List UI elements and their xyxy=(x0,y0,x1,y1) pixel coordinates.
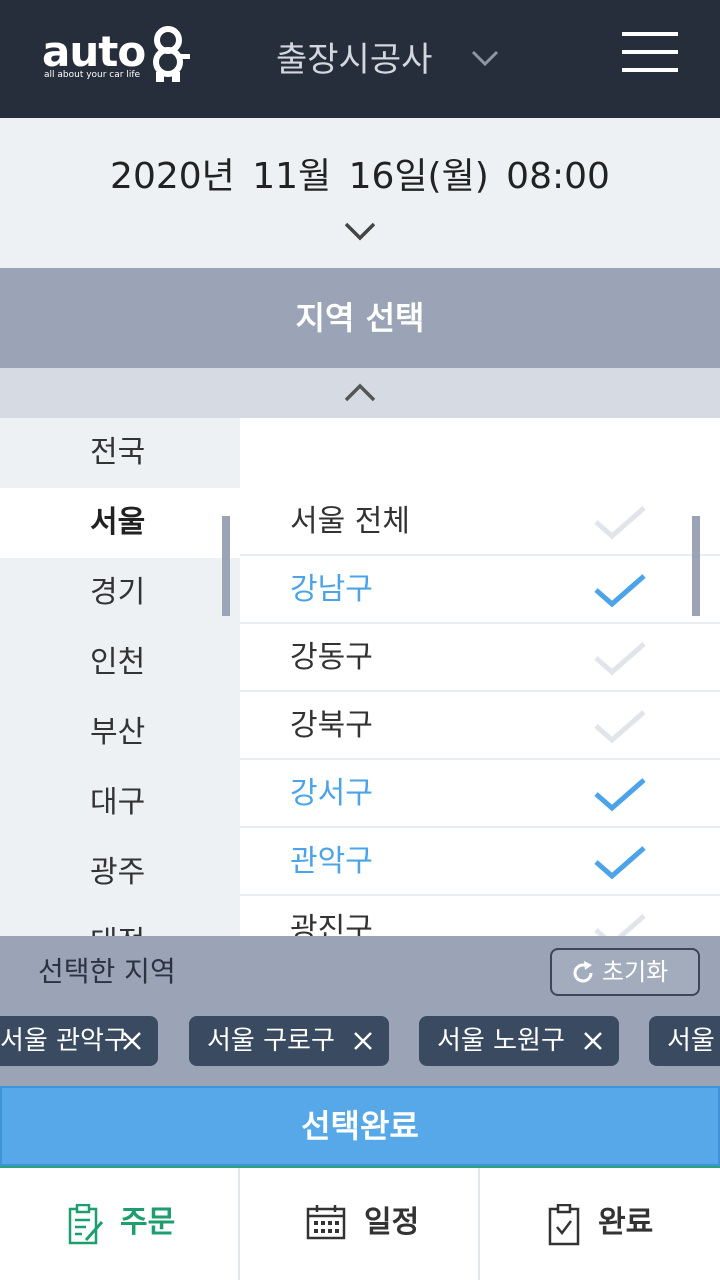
hamburger-line xyxy=(622,50,678,54)
date-text: 2020년 11월 16일(월) 08:00 xyxy=(110,156,610,197)
district-label: 강동구 xyxy=(290,640,373,675)
selected-regions-panel: 선택한 지역 초기화 서울 관악구 서울 구로구 서울 노원구 서울 xyxy=(0,936,720,1086)
province-label: 인천 xyxy=(90,645,146,680)
district-item-selected[interactable]: 관악구 xyxy=(240,828,720,896)
selected-region-chip[interactable]: 서울 xyxy=(649,1016,720,1066)
chip-label: 서울 구로구 xyxy=(207,1026,335,1056)
logo-mascot-icon xyxy=(153,26,190,82)
district-label: 관악구 xyxy=(290,844,373,879)
chevron-up-icon[interactable] xyxy=(343,382,377,404)
province-item-active[interactable]: 서울 xyxy=(0,488,240,558)
calendar-icon xyxy=(306,1205,346,1240)
confirm-label: 선택완료 xyxy=(301,1107,419,1145)
region-section-header: 지역 선택 xyxy=(0,268,720,368)
nav-label: 주문 xyxy=(120,1205,176,1240)
close-icon[interactable] xyxy=(351,1029,375,1053)
nav-tab-complete[interactable]: 완료 xyxy=(480,1168,720,1280)
district-item-selected[interactable]: 강서구 xyxy=(240,760,720,828)
selected-region-chip[interactable]: 서울 관악구 xyxy=(0,1016,158,1066)
province-label: 광주 xyxy=(90,855,146,890)
province-label: 부산 xyxy=(90,715,146,750)
close-icon[interactable] xyxy=(120,1029,144,1053)
check-icon xyxy=(594,506,646,540)
region-picker: 전국 서울 경기 인천 부산 대구 광주 대전 서울 전체 강남구 강동구 강북… xyxy=(0,418,720,936)
check-icon xyxy=(594,710,646,744)
check-icon xyxy=(594,642,646,676)
district-label: 강남구 xyxy=(290,572,373,607)
district-label: 강서구 xyxy=(290,776,373,811)
province-item[interactable]: 인천 xyxy=(0,628,240,698)
selected-region-chip[interactable]: 서울 노원구 xyxy=(419,1016,619,1066)
nav-tab-schedule[interactable]: 일정 xyxy=(240,1168,480,1280)
province-label: 대전 xyxy=(90,925,145,936)
district-label: 강북구 xyxy=(290,708,373,743)
province-item[interactable]: 대구 xyxy=(0,768,240,838)
province-item[interactable]: 전국 xyxy=(0,418,240,488)
date-selector[interactable]: 2020년 11월 16일(월) 08:00 xyxy=(0,118,720,268)
district-item[interactable]: 서울 전체 xyxy=(240,488,720,556)
chevron-down-icon[interactable] xyxy=(470,48,500,68)
hamburger-line xyxy=(622,32,678,36)
check-icon xyxy=(594,778,646,812)
page-title[interactable]: 출장시공사 xyxy=(276,36,432,84)
reset-button[interactable]: 초기화 xyxy=(550,948,700,996)
selected-regions-label: 선택한 지역 xyxy=(38,955,176,988)
province-item[interactable]: 광주 xyxy=(0,838,240,908)
chip-label: 서울 xyxy=(667,1026,715,1056)
logo[interactable]: auto all about your car life xyxy=(42,26,192,90)
province-item[interactable]: 경기 xyxy=(0,558,240,628)
nav-label: 완료 xyxy=(598,1205,654,1240)
close-icon[interactable] xyxy=(581,1029,605,1053)
district-scrollbar[interactable] xyxy=(692,516,700,616)
reset-label: 초기화 xyxy=(602,958,669,986)
nav-tab-order[interactable]: 주문 xyxy=(0,1168,240,1280)
district-label: 서울 전체 xyxy=(290,504,410,539)
selected-region-chip[interactable]: 서울 구로구 xyxy=(189,1016,389,1066)
check-icon xyxy=(594,574,646,608)
collapse-toggle[interactable] xyxy=(0,368,720,418)
chip-label: 서울 관악구 xyxy=(0,1026,128,1056)
logo-tagline: all about your car life xyxy=(44,70,141,80)
province-item[interactable]: 대전 xyxy=(0,908,240,936)
region-title: 지역 선택 xyxy=(295,299,425,337)
menu-button[interactable] xyxy=(622,30,678,74)
nav-label: 일정 xyxy=(364,1205,420,1240)
district-item[interactable]: 광진구 xyxy=(240,896,720,936)
province-label: 서울 xyxy=(90,505,146,540)
district-item-selected[interactable]: 강남구 xyxy=(240,556,720,624)
check-icon xyxy=(594,846,646,880)
district-list: 서울 전체 강남구 강동구 강북구 강서구 관악구 광진구 xyxy=(240,488,720,936)
chevron-down-icon[interactable] xyxy=(343,220,377,242)
order-edit-icon xyxy=(68,1204,104,1245)
clipboard-check-icon xyxy=(548,1204,580,1246)
chip-label: 서울 노원구 xyxy=(437,1026,565,1056)
district-item[interactable]: 강동구 xyxy=(240,624,720,692)
province-scrollbar[interactable] xyxy=(222,516,230,616)
district-label: 광진구 xyxy=(290,912,373,936)
province-label: 대구 xyxy=(90,785,146,820)
province-list: 전국 서울 경기 인천 부산 대구 광주 대전 xyxy=(0,418,240,936)
app-header: auto all about your car life 출장시공사 xyxy=(0,0,720,118)
refresh-icon xyxy=(573,961,593,983)
bottom-nav: 주문 일정 완료 xyxy=(0,1166,720,1280)
district-item[interactable]: 강북구 xyxy=(240,692,720,760)
province-item[interactable]: 부산 xyxy=(0,698,240,768)
province-label: 경기 xyxy=(90,575,146,610)
confirm-selection-button[interactable]: 선택완료 xyxy=(0,1086,720,1166)
check-icon xyxy=(594,914,646,936)
hamburger-line xyxy=(622,68,678,72)
province-label: 전국 xyxy=(90,435,146,470)
